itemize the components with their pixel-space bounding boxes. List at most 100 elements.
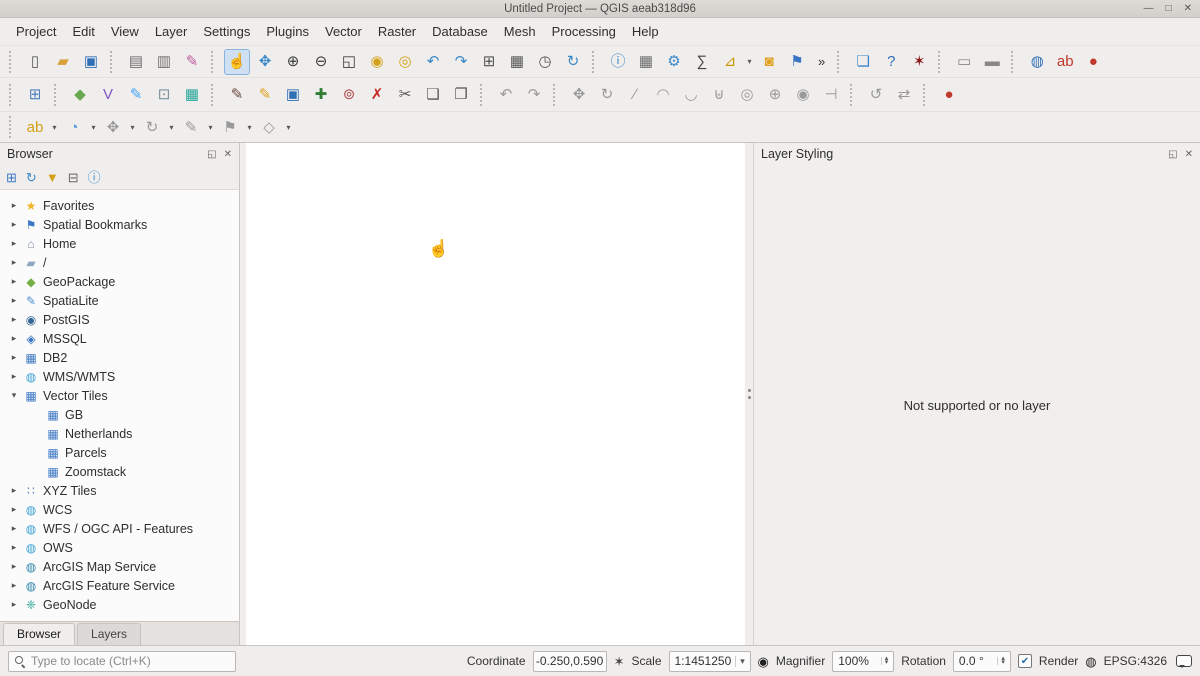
open-project-icon[interactable]: ▰ [50, 49, 76, 75]
rotate-point-symbols-icon[interactable]: ↺ [863, 82, 889, 108]
metasearch-icon[interactable]: ◍ [1024, 49, 1050, 75]
paste-features-icon[interactable]: ❐ [448, 82, 474, 108]
layer-diagram-icon[interactable]: ◔ [61, 114, 87, 140]
menu-item[interactable]: Settings [195, 20, 258, 43]
browser-tree-item[interactable]: ▸ ✎ SpatiaLite [0, 291, 239, 310]
save-layer-edits-icon[interactable]: ▣ [280, 82, 306, 108]
browser-tree-item[interactable]: ▸ ◉ PostGIS [0, 310, 239, 329]
show-layout-manager-icon[interactable]: ▥ [151, 49, 177, 75]
reshape-features-icon[interactable]: ◠ [650, 82, 676, 108]
delete-selected-icon[interactable]: ✗ [364, 82, 390, 108]
locate-input[interactable] [31, 654, 230, 668]
export-map-icon[interactable]: ❏ [850, 49, 876, 75]
browser-tree-item[interactable]: ▸ ★ Favorites [0, 196, 239, 215]
new-bookmark-icon[interactable]: ⚑ [784, 49, 810, 75]
browser-tree-item[interactable]: ▸ ◍ WCS [0, 500, 239, 519]
refresh-map-icon[interactable]: ↻ [560, 49, 586, 75]
rotate-label-dropdown-icon[interactable]: ▾ [166, 123, 177, 132]
expander-icon[interactable]: ▸ [6, 333, 22, 344]
expander-icon[interactable]: ▾ [6, 390, 22, 401]
open-attribute-table-icon[interactable]: ▦ [633, 49, 659, 75]
copy-features-icon[interactable]: ❏ [420, 82, 446, 108]
browser-tree-item[interactable]: ▸ ▰ / [0, 253, 239, 272]
crs-value[interactable]: EPSG:4326 [1104, 654, 1167, 668]
osm-place-search-icon[interactable]: ● [1080, 49, 1106, 75]
new-mesh-layer-icon[interactable]: ▦ [179, 82, 205, 108]
current-edits-icon[interactable]: ✎ [224, 82, 250, 108]
add-ring-icon[interactable]: ◎ [734, 82, 760, 108]
minimize-button[interactable]: — [1144, 3, 1154, 14]
merge-features-icon[interactable]: ⊎ [706, 82, 732, 108]
browser-tree-item[interactable]: ▸ ◍ ArcGIS Feature Service [0, 576, 239, 595]
add-part-icon[interactable]: ⊕ [762, 82, 788, 108]
float-panel-icon[interactable]: ◱ [1168, 149, 1177, 160]
offset-point-symbols-icon[interactable]: ⇄ [891, 82, 917, 108]
pan-to-selection-icon[interactable]: ✥ [252, 49, 278, 75]
new-print-layout-icon[interactable]: ▤ [123, 49, 149, 75]
spinner-arrows[interactable]: ▴ ▾ [881, 657, 889, 665]
expander-icon[interactable]: ▸ [6, 599, 22, 610]
browser-tree-item[interactable]: ▾ ▦ Vector Tiles [0, 386, 239, 405]
close-panel-icon[interactable]: ✕ [224, 149, 232, 160]
spin-down-icon[interactable]: ▾ [885, 661, 889, 665]
expander-icon[interactable]: ▸ [6, 352, 22, 363]
add-feature-icon[interactable]: ✚ [308, 82, 334, 108]
cut-features-icon[interactable]: ✂ [392, 82, 418, 108]
close-button[interactable]: ✕ [1184, 3, 1192, 14]
scale-combo[interactable]: 1:1451250 ▾ [669, 651, 751, 672]
rotation-spinbox[interactable]: 0.0 ° ▴ ▾ [953, 651, 1011, 672]
browser-tree-item[interactable]: ▸ ◍ OWS [0, 538, 239, 557]
pin-labels-dropdown-icon[interactable]: ▾ [244, 123, 255, 132]
panel-tab[interactable]: Browser [3, 623, 75, 645]
spin-down-icon[interactable]: ▾ [1001, 661, 1005, 665]
add-selected-layers-icon[interactable]: ⊞ [6, 171, 17, 184]
browser-tree-item[interactable]: ▸ ⌂ Home [0, 234, 239, 253]
layer-diagram-dropdown-icon[interactable]: ▾ [88, 123, 99, 132]
browser-tree-item[interactable]: ▸ ◍ ArcGIS Map Service [0, 557, 239, 576]
new-3d-map-view-icon[interactable]: ▦ [504, 49, 530, 75]
menu-item[interactable]: Vector [317, 20, 370, 43]
browser-tree-item[interactable]: ▸ ◈ MSSQL [0, 329, 239, 348]
zoom-last-icon[interactable]: ↶ [420, 49, 446, 75]
zoom-out-icon[interactable]: ⊖ [308, 49, 334, 75]
float-panel-icon[interactable]: ◱ [207, 149, 216, 160]
fill-ring-icon[interactable]: ◉ [790, 82, 816, 108]
layer-labeling-icon[interactable]: ab [22, 114, 48, 140]
zoom-in-icon[interactable]: ⊕ [280, 49, 306, 75]
filter-browser-icon[interactable]: ▼ [46, 171, 59, 184]
expander-icon[interactable]: ▸ [6, 295, 22, 306]
offset-curve-icon[interactable]: ◡ [678, 82, 704, 108]
menu-item[interactable]: Help [624, 20, 667, 43]
coordinate-box[interactable]: -0.250,0.590 [533, 651, 607, 672]
new-project-icon[interactable]: ▯ [22, 49, 48, 75]
expander-icon[interactable]: ▸ [6, 523, 22, 534]
measure-dropdown-icon[interactable]: ▾ [744, 57, 755, 66]
plugin-icon[interactable]: ● [936, 82, 962, 108]
browser-tree-item[interactable]: ▸ ⚑ Spatial Bookmarks [0, 215, 239, 234]
browser-tree-item[interactable]: ▸ ❈ GeoNode [0, 595, 239, 614]
expander-icon[interactable]: ▸ [6, 542, 22, 553]
new-shapefile-layer-icon[interactable]: V [95, 82, 121, 108]
right-splitter[interactable] [745, 143, 753, 645]
locate-bar[interactable] [8, 651, 236, 672]
browser-tree-item[interactable]: ▸ ◍ WFS / OGC API - Features [0, 519, 239, 538]
paste-style-icon[interactable]: ▬ [979, 49, 1005, 75]
processing-toolbox-icon[interactable]: ⚙ [661, 49, 687, 75]
menu-item[interactable]: Database [424, 20, 496, 43]
move-label-icon[interactable]: ✥ [100, 114, 126, 140]
messages-icon[interactable] [1176, 655, 1192, 667]
change-label-icon[interactable]: ✎ [178, 114, 204, 140]
save-project-icon[interactable]: ▣ [78, 49, 104, 75]
browser-properties-icon[interactable]: ⓘ [88, 171, 101, 184]
expander-icon[interactable]: ▸ [6, 580, 22, 591]
new-virtual-layer-icon[interactable]: ⊡ [151, 82, 177, 108]
map-canvas[interactable]: ☝ [246, 143, 745, 645]
geocoding-icon[interactable]: ab [1052, 49, 1078, 75]
identify-features-icon[interactable]: ⓘ [605, 49, 631, 75]
menu-item[interactable]: Mesh [496, 20, 544, 43]
browser-tree-item[interactable]: ▸ ◍ WMS/WMTS [0, 367, 239, 386]
undo-icon[interactable]: ↶ [493, 82, 519, 108]
temporal-controller-icon[interactable]: ◷ [532, 49, 558, 75]
menu-item[interactable]: Raster [370, 20, 424, 43]
expander-icon[interactable]: ▸ [6, 485, 22, 496]
